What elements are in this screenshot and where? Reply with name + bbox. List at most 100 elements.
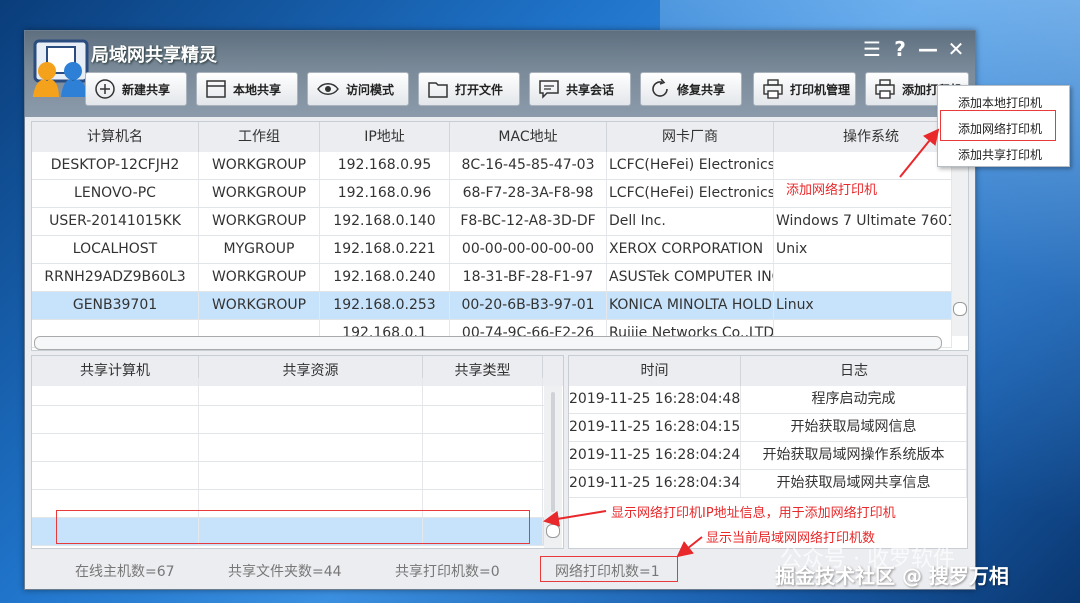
col-computer-name[interactable]: 计算机名 (32, 122, 199, 152)
computer-hscroll[interactable] (34, 336, 942, 350)
share-cell (32, 406, 199, 433)
computer-cell: 192.168.0.240 (320, 264, 450, 291)
computer-cell: 8C-16-45-85-47-03 (450, 152, 607, 179)
computer-table-header: 计算机名 工作组 IP地址 MAC地址 网卡厂商 操作系统 (32, 122, 968, 152)
computer-cell: WORKGROUP (199, 208, 320, 235)
highlight-printer-row (56, 510, 530, 544)
share-row[interactable] (32, 462, 544, 490)
col-ip[interactable]: IP地址 (320, 122, 450, 152)
share-cell (199, 462, 423, 489)
share-cell (32, 434, 199, 461)
share-vscroll-thumb[interactable] (546, 524, 560, 538)
log-cell: 开始获取局域网操作系统版本 (741, 442, 967, 469)
col-workgroup[interactable]: 工作组 (199, 122, 320, 152)
col-mac[interactable]: MAC地址 (450, 122, 607, 152)
menu-icon[interactable]: ☰ (859, 37, 885, 61)
log-cell: 开始获取局域网共享信息 (741, 470, 967, 497)
computer-cell: 192.168.0.253 (320, 292, 450, 319)
share-row[interactable] (32, 406, 544, 434)
computer-cell: 00-20-6B-B3-97-01 (450, 292, 607, 319)
computer-cell: WORKGROUP (199, 264, 320, 291)
computer-table: 计算机名 工作组 IP地址 MAC地址 网卡厂商 操作系统 DESKTOP-12… (31, 121, 969, 351)
col-log[interactable]: 日志 (741, 356, 967, 386)
app-logo-icon (33, 39, 89, 97)
minimize-icon[interactable]: — (915, 37, 941, 61)
computer-cell: XEROX CORPORATION (607, 236, 774, 263)
share-cell (199, 434, 423, 461)
log-rows: 2019-11-25 16:28:04:48 程序启动完成 2019-11-25 1… (569, 386, 967, 498)
computer-cell: ASUSTek COMPUTER INC. (607, 264, 774, 291)
computer-cell (774, 152, 952, 179)
computer-cell: Unix (774, 236, 952, 263)
computer-cell: F8-BC-12-A8-3D-DF (450, 208, 607, 235)
computer-cell: 192.168.0.140 (320, 208, 450, 235)
computer-cell: Dell Inc. (607, 208, 774, 235)
share-vscroll[interactable] (544, 386, 562, 548)
status-shared-printers: 共享打印机数=0 (395, 564, 500, 580)
computer-cell: USER-20141015KK (32, 208, 199, 235)
close-icon[interactable]: ✕ (943, 37, 969, 61)
share-vscroll-track (551, 392, 555, 512)
col-vendor[interactable]: 网卡厂商 (607, 122, 774, 152)
computer-cell: WORKGROUP (199, 292, 320, 319)
log-cell: 2019-11-25 16:28:04:48 (569, 386, 741, 413)
computer-cell: WORKGROUP (199, 152, 320, 179)
log-row[interactable]: 2019-11-25 16:28:04:150 开始获取局域网信息 (569, 414, 967, 442)
share-cell (32, 462, 199, 489)
app-title: 局域网共享精灵 (91, 45, 217, 66)
menu-add-local-printer[interactable]: 添加本地打印机 (958, 94, 1042, 111)
share-cell (423, 406, 543, 433)
new-share-button[interactable]: 新建共享 (85, 72, 187, 106)
help-icon[interactable]: ? (887, 37, 913, 61)
computer-row[interactable]: USER-20141015KK WORKGROUP 192.168.0.140 F8-… (32, 208, 952, 236)
computer-cell: 192.168.0.221 (320, 236, 450, 263)
share-session-button[interactable]: 共享会话 (529, 72, 631, 106)
computer-cell: 192.168.0.96 (320, 180, 450, 207)
highlight-printer-count (540, 556, 678, 582)
computer-cell: 68-F7-28-3A-F8-98 (450, 180, 607, 207)
computer-row[interactable]: LOCALHOST MYGROUP 192.168.0.221 00-00-00-00… (32, 236, 952, 264)
window-icon (206, 80, 226, 98)
open-file-button[interactable]: 打开文件 (418, 72, 520, 106)
log-cell: 2019-11-25 16:28:04:150 (569, 414, 741, 441)
local-share-button[interactable]: 本地共享 (196, 72, 298, 106)
highlight-menu-item (940, 110, 1056, 141)
printer-manage-button[interactable]: 打印机管理 (753, 72, 856, 106)
computer-row[interactable]: RRNH29ADZ9B60L3 WORKGROUP 192.168.0.240 18-… (32, 264, 952, 292)
new-share-label: 新建共享 (122, 82, 171, 97)
computer-cell: WORKGROUP (199, 180, 320, 207)
share-row[interactable] (32, 434, 544, 462)
computer-cell: Linux (774, 292, 952, 319)
computer-vscroll-thumb[interactable] (953, 302, 967, 316)
computer-cell: LOCALHOST (32, 236, 199, 263)
computer-cell: LCFC(HeFei) Electronics (607, 180, 774, 207)
watermark-juejin: 掘金技术社区 @ 搜罗万相 (775, 564, 1009, 588)
computer-cell: 00-00-00-00-00-00 (450, 236, 607, 263)
share-row[interactable] (32, 378, 544, 406)
log-row[interactable]: 2019-11-25 16:28:04:48 程序启动完成 (569, 386, 967, 414)
share-cell (199, 378, 423, 405)
computer-vscroll[interactable] (952, 152, 968, 336)
repair-share-label: 修复共享 (677, 82, 726, 97)
local-share-label: 本地共享 (233, 82, 282, 97)
eye-icon (317, 83, 339, 95)
computer-cell: LCFC(HeFei) Electronics (607, 152, 774, 179)
repair-share-button[interactable]: 修复共享 (640, 72, 742, 106)
computer-row[interactable]: DESKTOP-12CFJH2 WORKGROUP 192.168.0.95 8C-1… (32, 152, 952, 180)
folder-icon (428, 82, 448, 98)
menu-add-shared-printer[interactable]: 添加共享打印机 (958, 146, 1042, 163)
annotation-ip-info: 显示网络打印机IP地址信息，用于添加网络打印机 (611, 506, 896, 521)
printer-add-icon (875, 79, 895, 99)
log-row[interactable]: 2019-11-25 16:28:04:249 开始获取局域网操作系统版本 (569, 442, 967, 470)
access-mode-button[interactable]: 访问模式 (307, 72, 409, 106)
share-cell (199, 406, 423, 433)
computer-row[interactable]: GENB39701 WORKGROUP 192.168.0.253 00-20-6B-… (32, 292, 952, 320)
computer-cell: LENOVO-PC (32, 180, 199, 207)
log-table-header: 时间 日志 (569, 356, 967, 386)
log-row[interactable]: 2019-11-25 16:28:04:349 开始获取局域网共享信息 (569, 470, 967, 498)
computer-cell: 192.168.0.95 (320, 152, 450, 179)
col-time[interactable]: 时间 (569, 356, 741, 386)
share-cell (423, 434, 543, 461)
chat-icon (539, 80, 559, 99)
plus-circle-icon (95, 79, 115, 99)
